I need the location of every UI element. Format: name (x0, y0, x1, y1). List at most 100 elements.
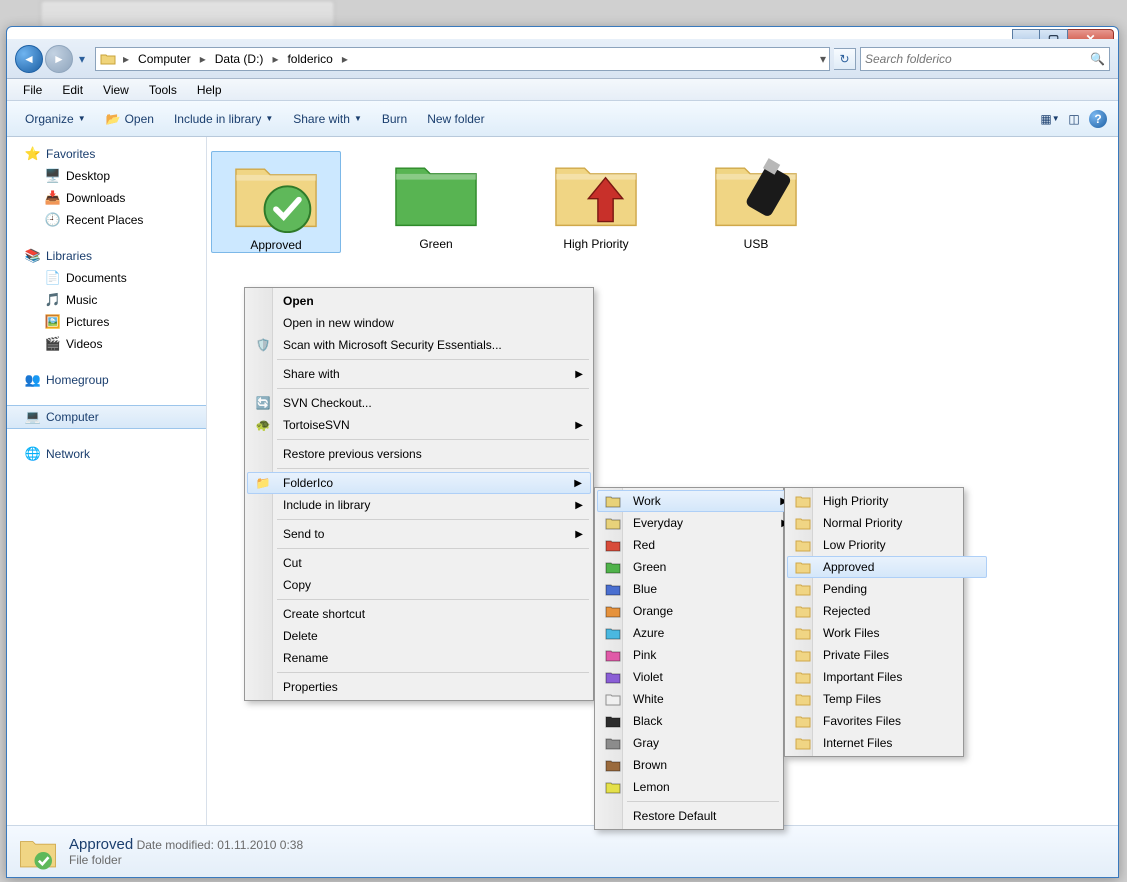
file-item-green[interactable]: Green (371, 151, 501, 253)
menu-bar: File Edit View Tools Help (7, 79, 1118, 101)
menu-item-restore-previous-versions[interactable]: Restore previous versions (247, 443, 591, 465)
menu-item-everyday[interactable]: Everyday▶ (597, 512, 797, 534)
nav-documents[interactable]: 📄Documents (7, 267, 206, 289)
menu-item-approved[interactable]: Approved (787, 556, 987, 578)
menu-help[interactable]: Help (187, 81, 232, 99)
open-button[interactable]: 📂Open (96, 108, 164, 130)
nav-recent-places[interactable]: 🕘Recent Places (7, 209, 206, 231)
menu-item-work-files[interactable]: Work Files (787, 622, 987, 644)
share-with-button[interactable]: Share with▼ (283, 108, 372, 130)
menu-item-brown[interactable]: Brown (597, 754, 797, 776)
menu-item-icon (603, 648, 623, 662)
menu-item-low-priority[interactable]: Low Priority (787, 534, 987, 556)
menu-item-share-with[interactable]: Share with▶ (247, 363, 591, 385)
menu-item-internet-files[interactable]: Internet Files (787, 732, 987, 754)
menu-item-open[interactable]: Open (247, 290, 591, 312)
menu-item-normal-priority[interactable]: Normal Priority (787, 512, 987, 534)
menu-item-tortoisesvn[interactable]: 🐢TortoiseSVN▶ (247, 414, 591, 436)
menu-item-folderico[interactable]: 📁FolderIco▶ (247, 472, 591, 494)
menu-item-open-in-new-window[interactable]: Open in new window (247, 312, 591, 334)
file-label: Green (419, 237, 452, 251)
menu-item-rejected[interactable]: Rejected (787, 600, 987, 622)
menu-item-label: Everyday (633, 516, 769, 530)
menu-item-create-shortcut[interactable]: Create shortcut (247, 603, 591, 625)
menu-item-orange[interactable]: Orange (597, 600, 797, 622)
menu-item-private-files[interactable]: Private Files (787, 644, 987, 666)
menu-item-cut[interactable]: Cut (247, 552, 591, 574)
file-label: High Priority (563, 237, 628, 251)
file-item-high-priority[interactable]: High Priority (531, 151, 661, 253)
crumb-data-d[interactable]: Data (D:) (209, 48, 270, 70)
menu-item-rename[interactable]: Rename (247, 647, 591, 669)
file-item-usb[interactable]: USB (691, 151, 821, 253)
menu-item-favorites-files[interactable]: Favorites Files (787, 710, 987, 732)
refresh-button[interactable]: ↻ (834, 48, 856, 70)
include-in-library-button[interactable]: Include in library▼ (164, 108, 283, 130)
menu-item-azure[interactable]: Azure (597, 622, 797, 644)
menu-item-svn-checkout-[interactable]: 🔄SVN Checkout... (247, 392, 591, 414)
chevron-right-icon[interactable]: ▸ (197, 52, 209, 66)
menu-item-gray[interactable]: Gray (597, 732, 797, 754)
address-dropdown-icon[interactable]: ▾ (817, 52, 829, 66)
menu-item-red[interactable]: Red (597, 534, 797, 556)
menu-item-temp-files[interactable]: Temp Files (787, 688, 987, 710)
nav-music[interactable]: 🎵Music (7, 289, 206, 311)
menu-item-work[interactable]: Work▶ (597, 490, 797, 512)
nav-downloads[interactable]: 📥Downloads (7, 187, 206, 209)
folder-icon (226, 152, 326, 234)
back-button[interactable]: ◄ (15, 45, 43, 73)
nav-computer[interactable]: 💻Computer (7, 405, 206, 429)
menu-item-white[interactable]: White (597, 688, 797, 710)
preview-pane-button[interactable]: ◫ (1062, 107, 1086, 131)
help-button[interactable]: ? (1086, 107, 1110, 131)
menu-view[interactable]: View (93, 81, 139, 99)
menu-edit[interactable]: Edit (52, 81, 93, 99)
chevron-right-icon[interactable]: ▸ (339, 52, 351, 66)
search-input[interactable] (865, 52, 1090, 66)
chevron-right-icon[interactable]: ▸ (120, 52, 132, 66)
menu-item-label: Pink (633, 648, 769, 662)
nav-videos[interactable]: 🎬Videos (7, 333, 206, 355)
crumb-computer[interactable]: Computer (132, 48, 197, 70)
menu-separator (277, 672, 589, 673)
details-date-value: 01.11.2010 0:38 (217, 838, 303, 852)
burn-button[interactable]: Burn (372, 108, 417, 130)
menu-item-delete[interactable]: Delete (247, 625, 591, 647)
menu-item-green[interactable]: Green (597, 556, 797, 578)
new-folder-button[interactable]: New folder (417, 108, 494, 130)
view-options-button[interactable]: ▦▼ (1038, 107, 1062, 131)
menu-item-send-to[interactable]: Send to▶ (247, 523, 591, 545)
menu-tools[interactable]: Tools (139, 81, 187, 99)
menu-item-high-priority[interactable]: High Priority (787, 490, 987, 512)
menu-item-violet[interactable]: Violet (597, 666, 797, 688)
search-box[interactable]: 🔍 (860, 47, 1110, 71)
menu-item-scan-with-microsoft-security-essentials-[interactable]: 🛡️Scan with Microsoft Security Essential… (247, 334, 591, 356)
menu-item-black[interactable]: Black (597, 710, 797, 732)
chevron-right-icon[interactable]: ▸ (269, 52, 281, 66)
menu-item-pink[interactable]: Pink (597, 644, 797, 666)
menu-item-restore-default[interactable]: Restore Default (597, 805, 797, 827)
nav-libraries[interactable]: 📚Libraries (7, 245, 206, 267)
menu-item-label: Favorites Files (823, 714, 959, 728)
menu-item-properties[interactable]: Properties (247, 676, 591, 698)
nav-history-dropdown[interactable]: ▾ (75, 52, 89, 66)
pictures-icon: 🖼️ (45, 314, 61, 330)
nav-pictures[interactable]: 🖼️Pictures (7, 311, 206, 333)
menu-item-icon (793, 670, 813, 684)
organize-button[interactable]: Organize▼ (15, 108, 96, 130)
nav-network[interactable]: 🌐Network (7, 443, 206, 465)
menu-item-important-files[interactable]: Important Files (787, 666, 987, 688)
menu-item-pending[interactable]: Pending (787, 578, 987, 600)
menu-item-lemon[interactable]: Lemon (597, 776, 797, 798)
menu-item-blue[interactable]: Blue (597, 578, 797, 600)
nav-homegroup[interactable]: 👥Homegroup (7, 369, 206, 391)
nav-desktop[interactable]: 🖥️Desktop (7, 165, 206, 187)
crumb-folderico[interactable]: folderico (281, 48, 338, 70)
nav-favorites[interactable]: ⭐Favorites (7, 143, 206, 165)
menu-item-copy[interactable]: Copy (247, 574, 591, 596)
file-item-approved[interactable]: Approved (211, 151, 341, 253)
forward-button[interactable]: ► (45, 45, 73, 73)
menu-item-include-in-library[interactable]: Include in library▶ (247, 494, 591, 516)
menu-file[interactable]: File (13, 81, 52, 99)
breadcrumb-bar[interactable]: ▸ Computer ▸ Data (D:) ▸ folderico ▸ ▾ (95, 47, 830, 71)
